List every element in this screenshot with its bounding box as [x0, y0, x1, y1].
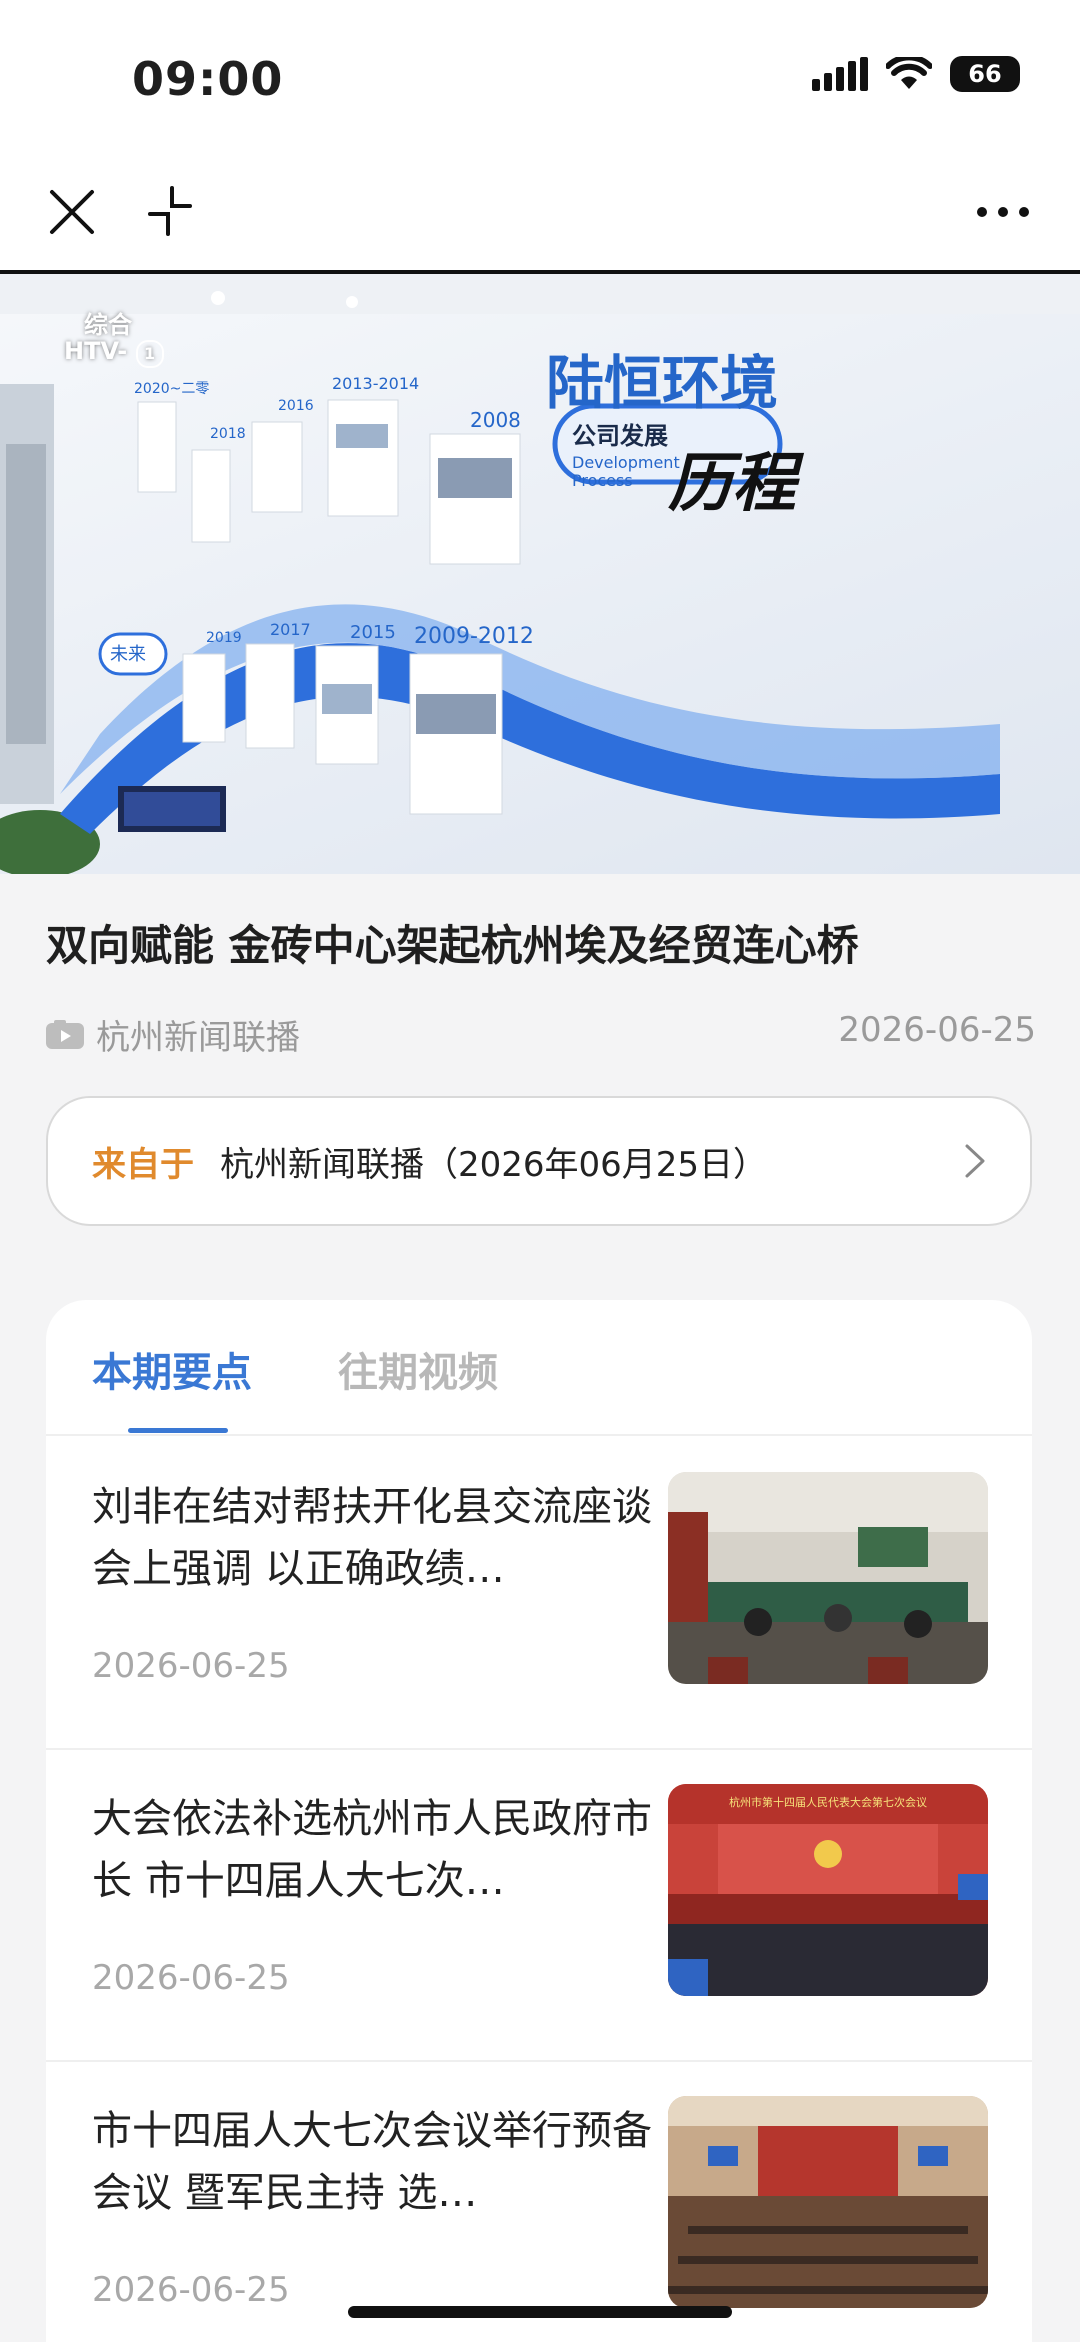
thumbnail-banner-text: 杭州市第十四届人民代表大会第七次会议 [729, 1796, 927, 1809]
wall-calligraphy: 历程 [668, 446, 796, 521]
year-2008: 2008 [470, 408, 521, 432]
status-icons: 66 [812, 56, 1020, 92]
year-2013-2014: 2013-2014 [332, 374, 420, 393]
year-2017: 2017 [270, 620, 311, 639]
thumbnail-image-meeting [668, 1472, 988, 1684]
channel-logo-top: 综合 [84, 311, 132, 339]
list-item-thumbnail [668, 1472, 988, 1684]
source-card[interactable]: 来自于 杭州新闻联播（2026年06月25日） [46, 1096, 1032, 1226]
close-button[interactable] [40, 180, 104, 244]
tab-bar: 本期要点 往期视频 [46, 1300, 1032, 1436]
article-meta: 杭州新闻联播 2026-06-25 [46, 1010, 1036, 1062]
channel-logo: 综合 HTV- 1 [64, 312, 164, 368]
article-channel-name: 杭州新闻联播 [96, 1018, 300, 1058]
minimize-icon [148, 186, 192, 236]
list-item-title: 刘非在结对帮扶开化县交流座谈会上强调 以正确政绩… [92, 1484, 652, 1592]
episode-list-card: 本期要点 往期视频 刘非在结对帮扶开化县交流座谈会上强调 以正确政绩… 2026… [46, 1300, 1032, 2342]
article-title: 双向赋能 金砖中心架起杭州埃及经贸连心桥 [46, 921, 859, 970]
list-item-title: 大会依法补选杭州市人民政府市长 市十四届人大七次… [92, 1796, 652, 1904]
wall-english: Development Process [572, 453, 680, 490]
year-2009-2012: 2009-2012 [414, 624, 534, 649]
chevron-right-icon [965, 1144, 985, 1178]
source-label: 来自于 [92, 1144, 194, 1185]
wifi-icon [886, 57, 932, 89]
home-indicator[interactable] [348, 2306, 732, 2318]
list-item[interactable]: 市十四届人大七次会议举行预备会议 暨军民主持 选… 2026-06-25 [46, 2060, 1032, 2342]
list-item[interactable]: 刘非在结对帮扶开化县交流座谈会上强调 以正确政绩… 2026-06-25 [46, 1436, 1032, 1750]
article-channel[interactable]: 杭州新闻联播 [46, 1010, 300, 1059]
list-item-thumbnail [668, 2096, 988, 2308]
list-item-title: 市十四届人大七次会议举行预备会议 暨军民主持 选… [92, 2108, 652, 2216]
source-text: 杭州新闻联播（2026年06月25日） [220, 1144, 768, 1185]
list-item[interactable]: 大会依法补选杭州市人民政府市长 市十四届人大七次… 2026-06-25 杭州市… [46, 1748, 1032, 2062]
year-2020: 2020~二零 [134, 381, 210, 397]
year-2015: 2015 [350, 622, 396, 643]
battery-icon: 66 [950, 56, 1020, 92]
signal-icon [812, 57, 868, 91]
tab-active-indicator [128, 1428, 228, 1433]
tab-past-videos[interactable]: 往期视频 [338, 1340, 498, 1398]
channel-logo-num: 1 [135, 340, 164, 368]
more-icon [977, 207, 1029, 217]
top-bar [0, 160, 1080, 274]
list-item-date: 2026-06-25 [92, 1646, 290, 1686]
close-icon [50, 190, 94, 234]
thumbnail-image-congress [668, 1784, 988, 1996]
more-button[interactable] [968, 180, 1038, 244]
year-2019: 2019 [206, 630, 242, 646]
list-item-thumbnail: 杭州市第十四届人民代表大会第七次会议 [668, 1784, 988, 1996]
thumbnail-image-hall [668, 2096, 988, 2308]
channel-logo-bottom: HTV- [64, 337, 128, 365]
wall-brand: 陆恒环境 [546, 349, 779, 417]
article-date: 2026-06-25 [838, 1010, 1036, 1050]
wall-caption: 公司发展 [572, 422, 668, 450]
list-item-date: 2026-06-25 [92, 2270, 290, 2310]
year-2016: 2016 [278, 398, 314, 414]
video-player[interactable]: 综合 HTV- 1 陆恒环境 公司发展 Development Process … [0, 274, 1080, 874]
status-bar: 09:00 66 [0, 0, 1080, 160]
status-time: 09:00 [132, 52, 284, 106]
battery-level: 66 [968, 60, 1002, 88]
future-label: 未来 [110, 644, 146, 665]
minimize-button[interactable] [140, 180, 204, 244]
video-camera-icon [46, 1019, 84, 1049]
year-2018: 2018 [210, 426, 246, 442]
tab-highlights[interactable]: 本期要点 [92, 1340, 252, 1398]
list-item-date: 2026-06-25 [92, 1958, 290, 1998]
